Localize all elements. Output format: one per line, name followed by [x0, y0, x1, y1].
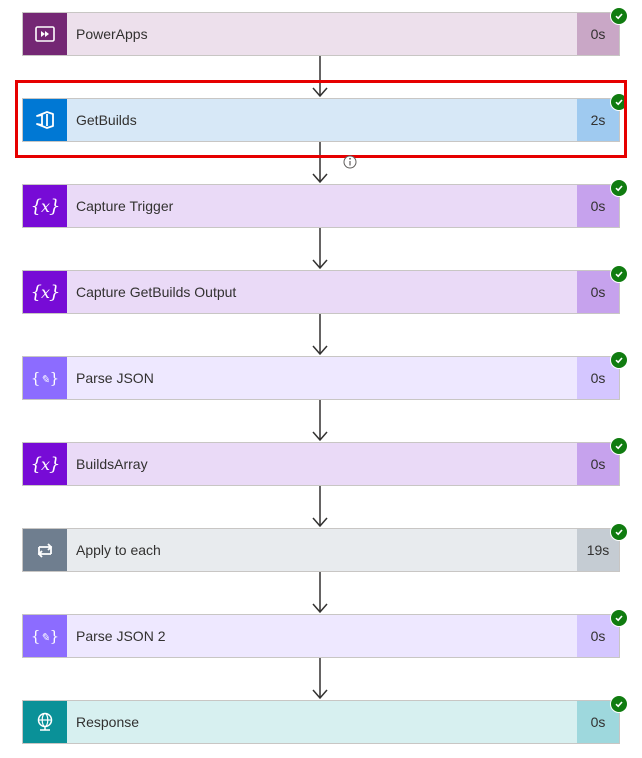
loop-icon — [23, 529, 67, 571]
parse-json-icon: {✎} — [23, 615, 67, 657]
step-parse-json[interactable]: {✎} Parse JSON 0s — [22, 351, 628, 400]
step-title: Response — [76, 714, 140, 730]
connector-arrow-icon — [312, 228, 328, 270]
connector-arrow-icon — [312, 572, 328, 614]
parse-json-icon: {✎} — [23, 357, 67, 399]
success-check-icon — [610, 351, 628, 369]
success-check-icon — [610, 179, 628, 197]
step-buildsarray[interactable]: {x} BuildsArray 0s — [22, 437, 628, 486]
connector-arrow-icon — [312, 314, 328, 356]
connector-arrow-icon — [312, 658, 328, 700]
step-apply-to-each[interactable]: Apply to each 19s — [22, 523, 628, 572]
variable-icon: {x} — [23, 271, 67, 313]
connector-arrow-icon — [312, 486, 328, 528]
step-title: PowerApps — [76, 26, 148, 42]
step-capture-trigger[interactable]: {x} Capture Trigger 0s — [22, 179, 628, 228]
success-check-icon — [610, 523, 628, 541]
success-check-icon — [610, 7, 628, 25]
step-parse-json-2[interactable]: {✎} Parse JSON 2 0s — [22, 609, 628, 658]
success-check-icon — [610, 695, 628, 713]
step-title: Capture Trigger — [76, 198, 174, 214]
info-icon[interactable] — [343, 155, 357, 169]
step-title: Capture GetBuilds Output — [76, 284, 237, 300]
step-title: Apply to each — [76, 542, 161, 558]
step-title: Parse JSON 2 — [76, 628, 166, 644]
highlight-box — [15, 80, 627, 158]
success-check-icon — [610, 265, 628, 283]
variable-icon: {x} — [23, 185, 67, 227]
step-powerapps[interactable]: PowerApps 0s — [22, 7, 628, 56]
step-capture-getbuilds-output[interactable]: {x} Capture GetBuilds Output 0s — [22, 265, 628, 314]
powerapps-icon — [23, 13, 67, 55]
step-title: BuildsArray — [76, 456, 148, 472]
globe-icon — [23, 701, 67, 743]
step-response[interactable]: Response 0s — [22, 695, 628, 744]
success-check-icon — [610, 609, 628, 627]
variable-icon: {x} — [23, 443, 67, 485]
connector-arrow-icon — [312, 400, 328, 442]
success-check-icon — [610, 437, 628, 455]
step-title: Parse JSON — [76, 370, 154, 386]
